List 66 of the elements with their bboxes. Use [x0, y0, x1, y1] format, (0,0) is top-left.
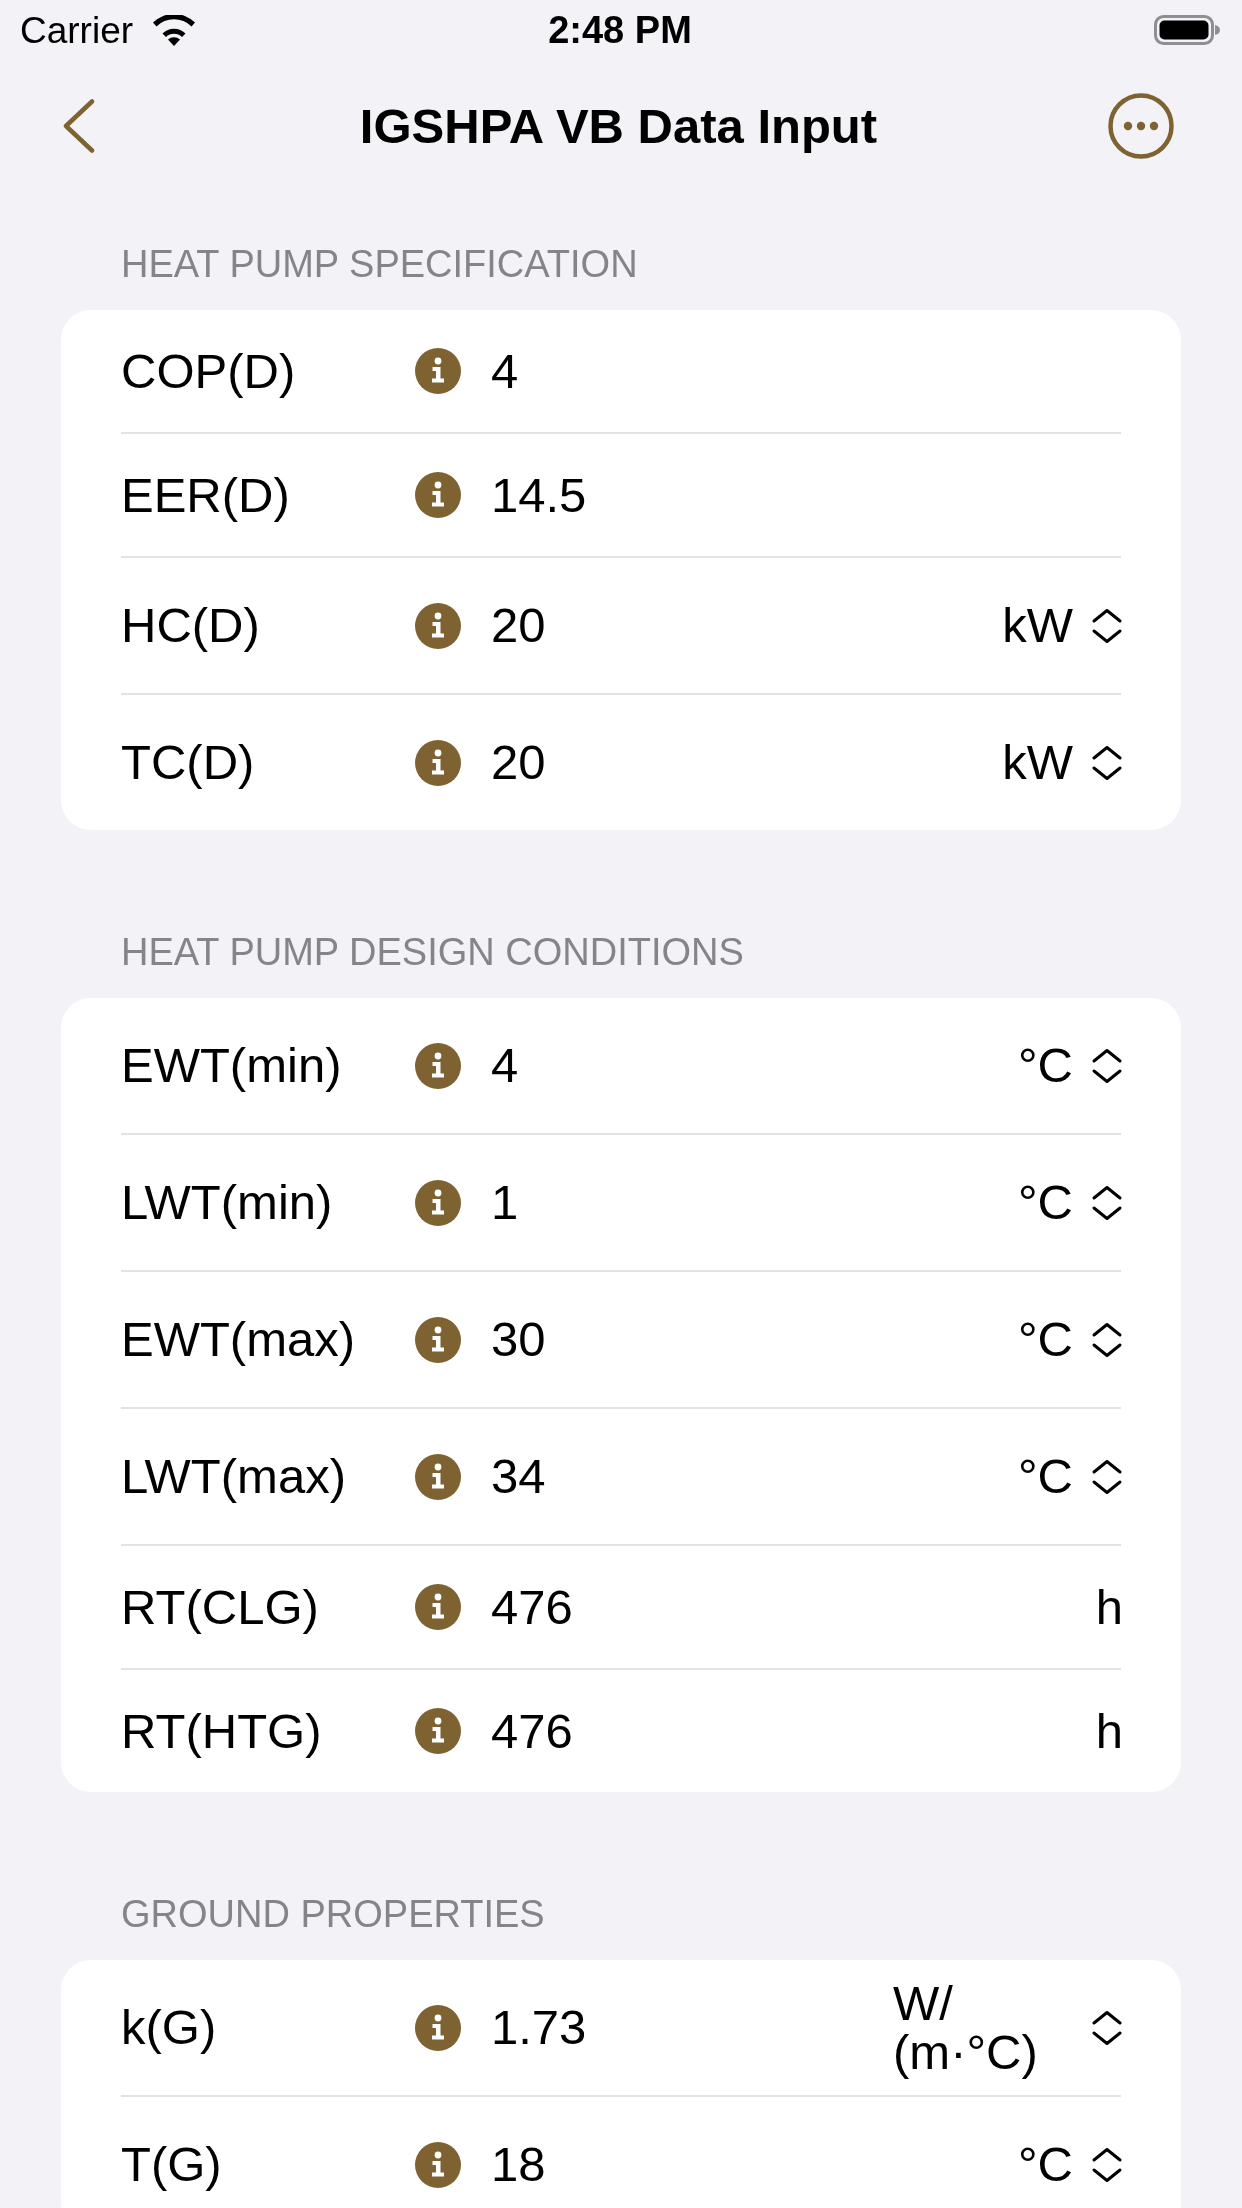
info-icon[interactable]	[415, 1453, 461, 1500]
field-label: EER(D)	[121, 470, 291, 520]
info-icon[interactable]	[415, 2004, 461, 2051]
field-label: LWT(max)	[121, 1452, 347, 1501]
unit-label: h	[1095, 1582, 1123, 1632]
unit-picker[interactable]: °C	[1018, 1178, 1123, 1227]
info-icon[interactable]	[415, 1316, 461, 1363]
field-label: RT(HTG)	[121, 1706, 323, 1756]
chevron-up-down-icon	[1091, 1047, 1123, 1084]
field-label: T(G)	[121, 2140, 223, 2189]
value-field[interactable]: 4	[491, 346, 519, 396]
chevron-up-down-icon	[1091, 1458, 1123, 1495]
value-field[interactable]: 18	[491, 2140, 546, 2189]
unit-picker[interactable]: °C	[1018, 1452, 1123, 1501]
value-field[interactable]: 476	[491, 1706, 573, 1756]
field-label: COP(D)	[121, 346, 297, 396]
info-icon[interactable]	[415, 1584, 461, 1630]
value-field[interactable]: 34	[491, 1452, 546, 1501]
chevron-up-down-icon	[1091, 2146, 1123, 2183]
info-icon[interactable]	[415, 1708, 461, 1754]
unit-picker[interactable]: W/ (m·°C)	[893, 1978, 1123, 2077]
field-label: HC(D)	[121, 601, 261, 650]
screen-title: IGSHPA VB Data Input	[359, 101, 878, 151]
field-label: LWT(min)	[121, 1178, 334, 1227]
field-label: TC(D)	[121, 738, 256, 787]
value-field[interactable]: 20	[491, 601, 546, 650]
info-icon[interactable]	[415, 1042, 461, 1089]
more-icon	[1108, 93, 1174, 159]
more-button[interactable]	[1108, 93, 1174, 159]
field-label: k(G)	[121, 2003, 218, 2052]
chevron-up-down-icon	[1091, 607, 1123, 644]
wifi-icon	[153, 14, 196, 46]
chevron-up-down-icon	[1091, 744, 1123, 781]
carrier-label: Carrier	[20, 11, 134, 49]
info-icon[interactable]	[415, 739, 461, 786]
unit-picker[interactable]: kW	[1002, 738, 1123, 787]
status-time: 2:48 PM	[548, 11, 692, 49]
value-field[interactable]: 476	[491, 1582, 573, 1632]
unit-picker[interactable]: °C	[1018, 2140, 1123, 2189]
unit-picker[interactable]: kW	[1002, 601, 1123, 650]
back-button[interactable]	[63, 99, 95, 153]
info-icon[interactable]	[415, 1179, 461, 1226]
chevron-up-down-icon	[1091, 1184, 1123, 1221]
value-field[interactable]: 30	[491, 1315, 546, 1364]
section-header: HEAT PUMP DESIGN CONDITIONS	[121, 930, 744, 974]
info-icon[interactable]	[415, 2141, 461, 2188]
field-label: RT(CLG)	[121, 1582, 320, 1632]
unit-picker[interactable]: °C	[1018, 1315, 1123, 1364]
info-icon[interactable]	[415, 348, 461, 394]
section-header: GROUND PROPERTIES	[121, 1892, 545, 1936]
unit-label: h	[1095, 1706, 1123, 1756]
unit-picker[interactable]: °C	[1018, 1041, 1123, 1090]
info-icon[interactable]	[415, 472, 461, 518]
field-label: EWT(max)	[121, 1315, 357, 1364]
chevron-up-down-icon	[1091, 2009, 1123, 2046]
field-label: EWT(min)	[121, 1041, 343, 1090]
value-field[interactable]: 20	[491, 738, 546, 787]
value-field[interactable]: 1.73	[491, 2003, 587, 2052]
chevron-up-down-icon	[1091, 1321, 1123, 1358]
chevron-left-icon	[63, 99, 95, 153]
value-field[interactable]: 4	[491, 1041, 519, 1090]
value-field[interactable]: 1	[491, 1178, 519, 1227]
info-icon[interactable]	[415, 602, 461, 649]
section-header: HEAT PUMP SPECIFICATION	[121, 242, 638, 286]
value-field[interactable]: 14.5	[491, 470, 587, 520]
battery-icon	[1154, 15, 1220, 45]
